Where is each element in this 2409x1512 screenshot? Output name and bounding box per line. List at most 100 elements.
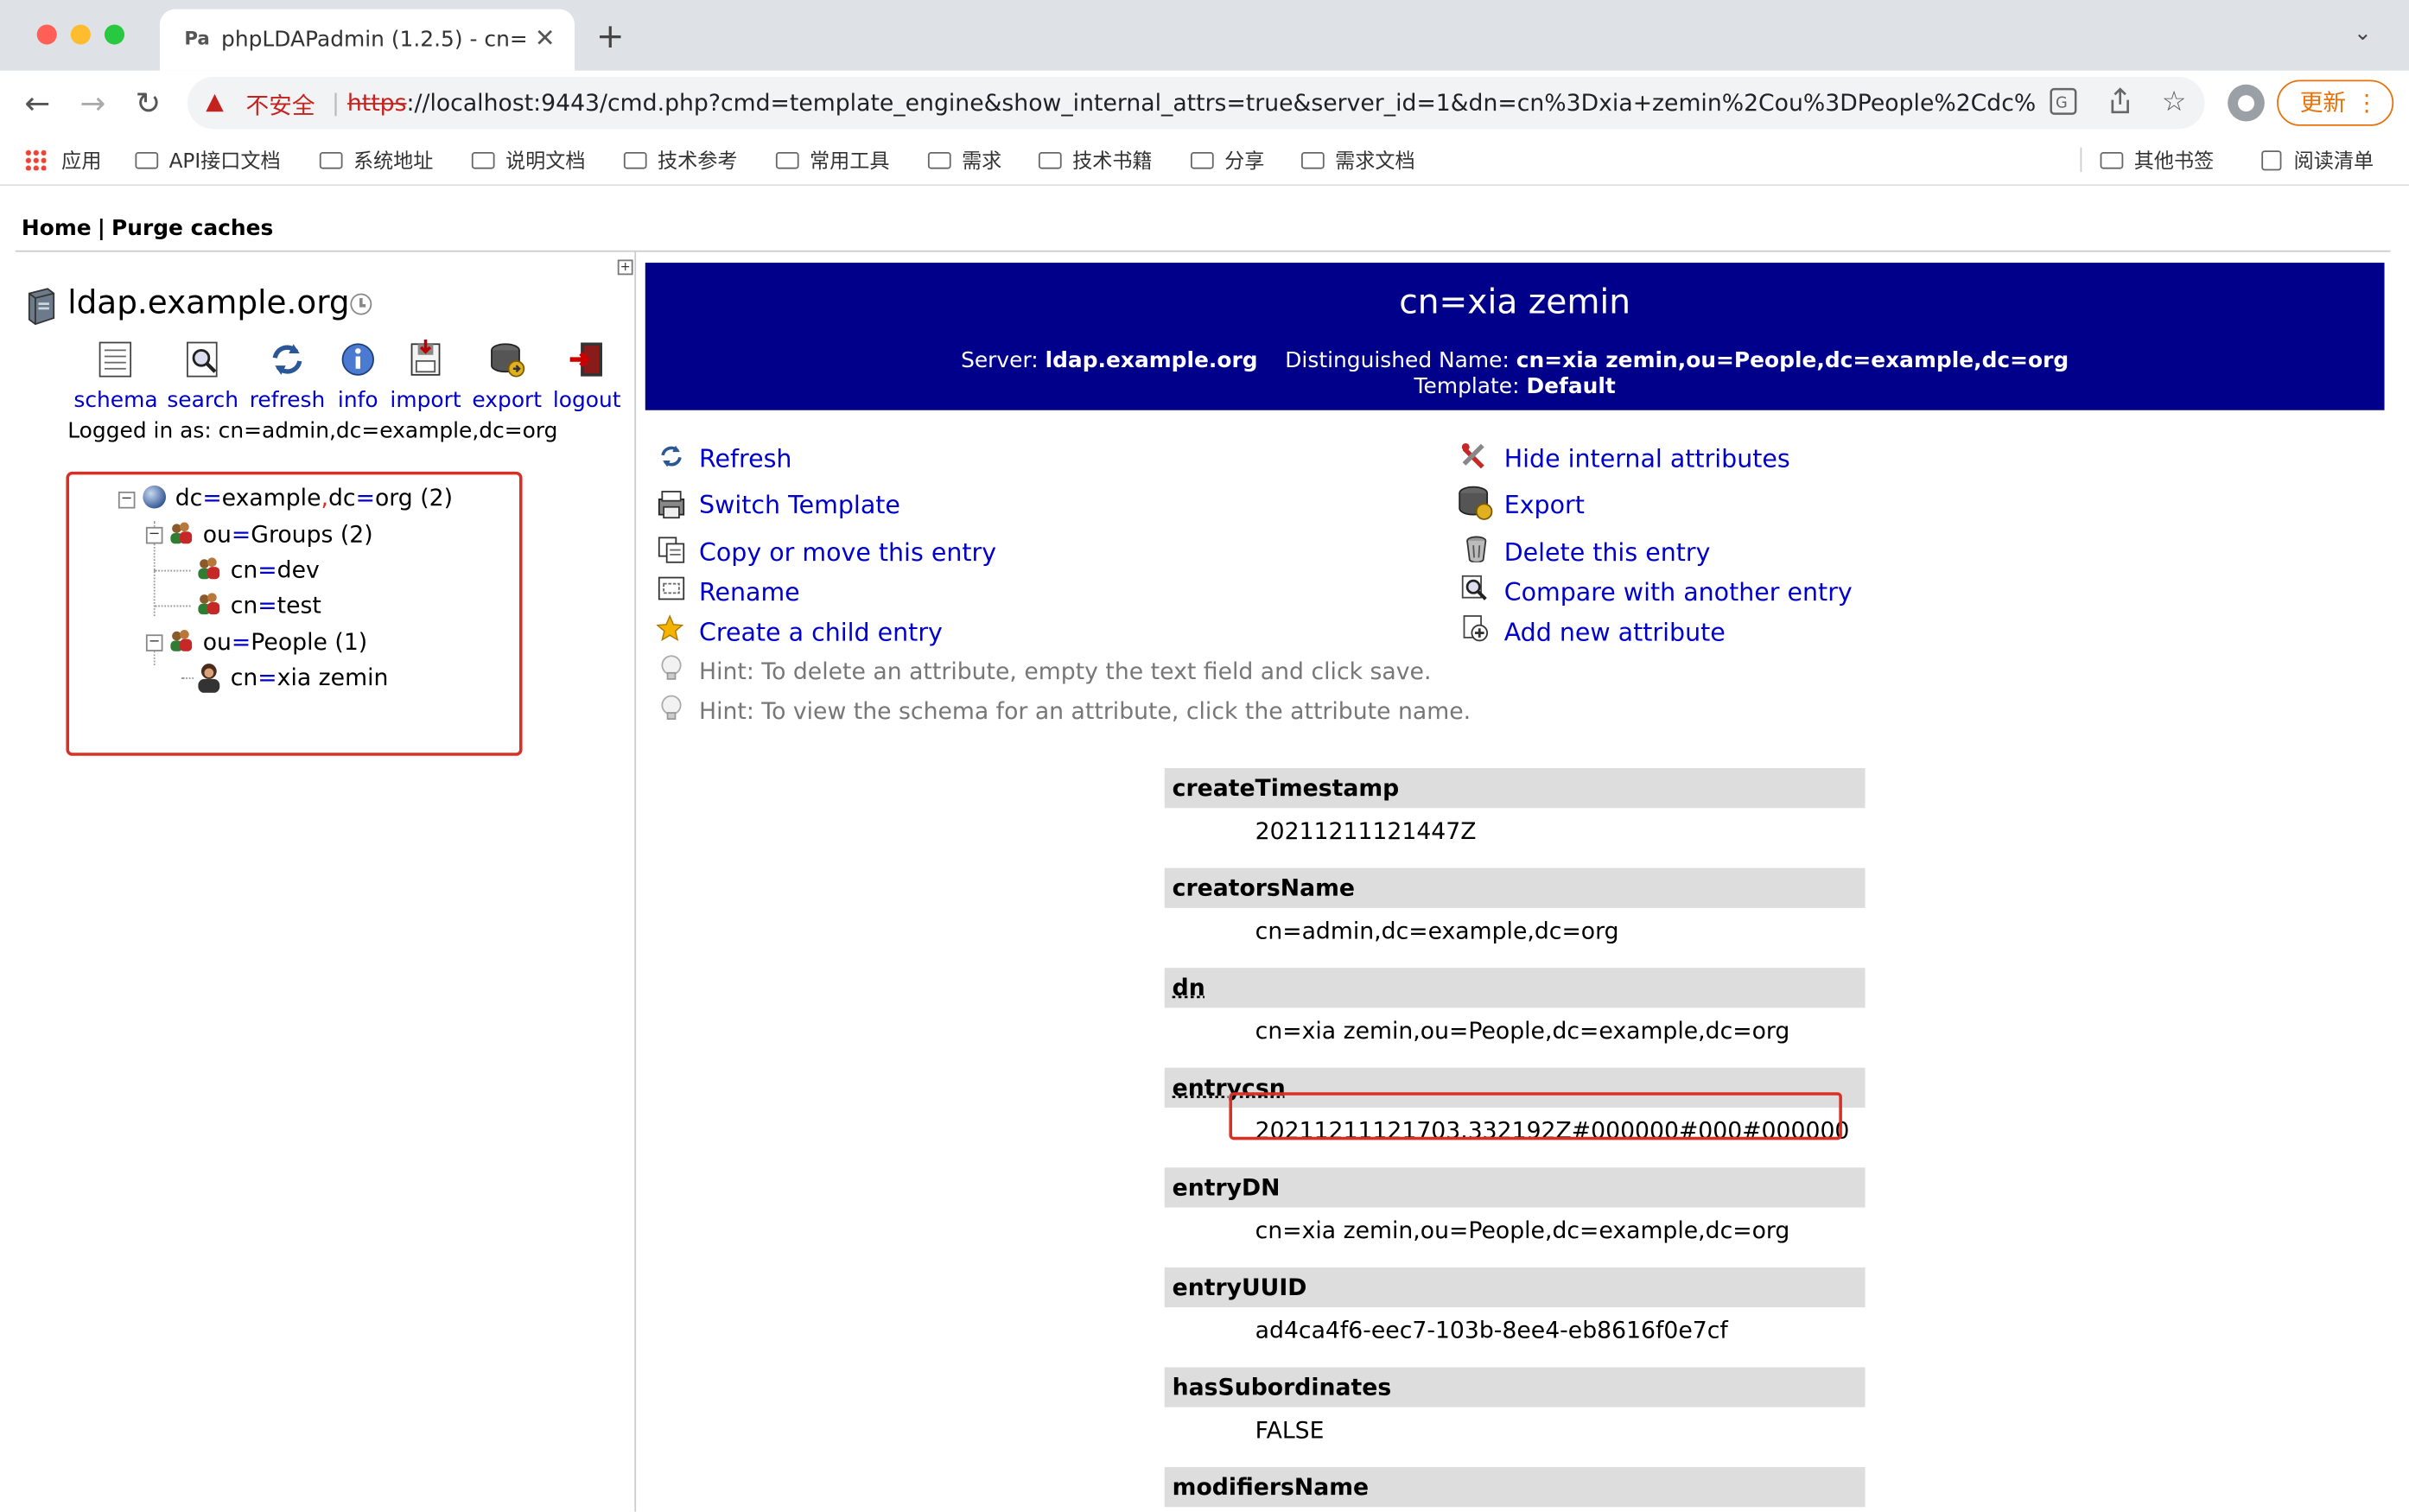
bookmark-star-icon[interactable]: ☆ bbox=[2162, 86, 2187, 118]
svg-text:G: G bbox=[2056, 93, 2068, 111]
address-bar[interactable]: ▲ 不安全 | https://localhost:9443/cmd.php?c… bbox=[187, 76, 2205, 130]
browser-toolbar: ← → ↻ ▲ 不安全 | https://localhost:9443/cmd… bbox=[0, 70, 2409, 136]
minimize-window-button[interactable] bbox=[70, 24, 91, 45]
attr-name[interactable]: createTimestamp bbox=[1164, 768, 1866, 809]
search-icon bbox=[183, 340, 223, 379]
profile-avatar-icon[interactable]: ● bbox=[2228, 84, 2265, 122]
bookmark-apps[interactable]: 应用 bbox=[24, 144, 101, 174]
bookmark-folder[interactable]: 说明文档 bbox=[471, 144, 585, 174]
home-link[interactable]: Home bbox=[22, 217, 92, 241]
forward-arrow-icon[interactable]: → bbox=[79, 85, 105, 122]
import-icon bbox=[405, 339, 445, 379]
collapse-people-icon[interactable]: − bbox=[145, 634, 163, 651]
globe-icon bbox=[143, 485, 167, 509]
zoom-window-button[interactable] bbox=[104, 24, 125, 45]
compare-icon bbox=[1461, 575, 1489, 602]
attr-value: FALSE bbox=[1255, 1416, 1325, 1445]
translate-icon[interactable]: G bbox=[2050, 87, 2077, 121]
search-tool[interactable]: search bbox=[162, 340, 245, 413]
share-icon[interactable] bbox=[2107, 87, 2132, 121]
bookmarks-bar: 应用 API接口文档 系统地址 说明文档 技术参考 常用工具 需求 技术书籍 分… bbox=[0, 135, 2409, 187]
folder-icon bbox=[927, 152, 951, 169]
bookmark-folder[interactable]: API接口文档 bbox=[135, 144, 281, 174]
reading-list[interactable]: 阅读清单 bbox=[2261, 144, 2374, 174]
delete-entry-action[interactable]: Delete this entry bbox=[1504, 537, 1711, 567]
add-attribute-action[interactable]: Add new attribute bbox=[1504, 618, 1726, 647]
entry-title: cn=xia zemin bbox=[1399, 283, 1631, 323]
refresh-action[interactable]: Refresh bbox=[699, 444, 791, 473]
tab-search-chevron-icon[interactable]: ⌄ bbox=[2354, 22, 2372, 46]
attr-name[interactable]: entryUUID bbox=[1164, 1267, 1866, 1308]
more-menu-icon[interactable]: ⋮ bbox=[2355, 81, 2379, 124]
user-icon bbox=[195, 662, 223, 693]
top-nav: Home | Purge caches bbox=[21, 216, 274, 242]
copy-move-action[interactable]: Copy or move this entry bbox=[699, 537, 996, 567]
group-icon bbox=[169, 628, 193, 651]
logout-tool[interactable]: logout bbox=[545, 340, 628, 413]
new-tab-button[interactable]: + bbox=[596, 18, 625, 56]
bookmark-folder[interactable]: 分享 bbox=[1190, 144, 1264, 174]
schema-icon bbox=[95, 340, 135, 379]
expand-frame-icon[interactable]: + bbox=[617, 259, 633, 276]
switch-template-action[interactable]: Switch Template bbox=[699, 490, 900, 519]
attr-name[interactable]: dn bbox=[1164, 968, 1866, 1008]
security-status[interactable]: 不安全 bbox=[245, 89, 315, 121]
bookmark-folder[interactable]: 技术书籍 bbox=[1038, 144, 1153, 174]
collapse-groups-icon[interactable]: − bbox=[145, 526, 163, 544]
page-content: Home | Purge caches + ldap.example.org sch… bbox=[0, 186, 2409, 1512]
tree-node-groups[interactable]: ou=Groups (2) bbox=[203, 521, 373, 549]
attr-name[interactable]: creatorsName bbox=[1164, 867, 1866, 908]
warning-triangle-icon[interactable]: ▲ bbox=[206, 87, 224, 115]
create-child-action[interactable]: Create a child entry bbox=[699, 618, 943, 647]
bookmarks-divider bbox=[2080, 147, 2082, 173]
bookmark-folder[interactable]: 常用工具 bbox=[775, 144, 890, 174]
import-tool[interactable]: import bbox=[385, 339, 467, 414]
hide-internal-action[interactable]: Hide internal attributes bbox=[1504, 444, 1790, 473]
logout-icon bbox=[567, 340, 607, 379]
attr-name[interactable]: hasSubordinates bbox=[1164, 1367, 1866, 1407]
attr-value: 20211211121447Z bbox=[1255, 816, 1477, 845]
tools-icon bbox=[1461, 442, 1489, 470]
tree-node-test[interactable]: cn=test bbox=[231, 592, 321, 619]
bookmark-folder[interactable]: 需求 bbox=[927, 144, 1001, 174]
refresh-icon bbox=[658, 442, 685, 470]
update-button[interactable]: 更新 ⋮ bbox=[2277, 79, 2394, 126]
refresh-icon bbox=[267, 340, 307, 379]
bookmark-folder[interactable]: 系统地址 bbox=[319, 144, 433, 174]
schema-label: schema bbox=[73, 388, 158, 414]
compare-action[interactable]: Compare with another entry bbox=[1504, 578, 1853, 607]
attr-name[interactable]: modifiersName bbox=[1164, 1467, 1866, 1508]
attr-name[interactable]: entryDN bbox=[1164, 1167, 1866, 1208]
back-arrow-icon[interactable]: ← bbox=[24, 85, 50, 122]
collapse-root-icon[interactable]: − bbox=[118, 491, 136, 509]
url-text[interactable]: https://localhost:9443/cmd.php?cmd=templ… bbox=[347, 89, 2037, 117]
folder-icon bbox=[1038, 152, 1062, 169]
group-icon bbox=[197, 592, 220, 615]
tree-node-dev[interactable]: cn=dev bbox=[231, 556, 320, 584]
other-bookmarks[interactable]: 其他书签 bbox=[2100, 144, 2214, 174]
close-window-button[interactable] bbox=[36, 24, 57, 45]
export-tool[interactable]: export bbox=[466, 340, 549, 413]
tree-node-root[interactable]: dc=example,dc=org (2) bbox=[175, 484, 453, 511]
bookmark-folder[interactable]: 需求文档 bbox=[1301, 144, 1415, 174]
hint-schema: Hint: To view the schema for an attribut… bbox=[699, 697, 1471, 726]
attr-value-dn: cn=xia zemin,ou=People,dc=example,dc=org bbox=[1255, 1017, 1790, 1045]
tab-strip: Pa phpLDAPadmin (1.2.5) - cn=xia zemin ✕… bbox=[0, 0, 2409, 71]
schema-tool[interactable]: schema bbox=[73, 340, 158, 414]
add-attribute-icon bbox=[1461, 614, 1489, 642]
close-tab-icon[interactable]: ✕ bbox=[535, 23, 556, 53]
server-name[interactable]: ldap.example.org bbox=[67, 284, 349, 321]
server-value: ldap.example.org bbox=[1045, 348, 1258, 374]
rename-action[interactable]: Rename bbox=[699, 578, 800, 607]
tree-node-person[interactable]: cn=xia zemin bbox=[231, 664, 389, 691]
purge-caches-link[interactable]: Purge caches bbox=[111, 217, 273, 241]
tree-node-people[interactable]: ou=People (1) bbox=[203, 628, 368, 656]
export-action[interactable]: Export bbox=[1504, 490, 1585, 519]
hint-delete: Hint: To delete an attribute, empty the … bbox=[699, 658, 1432, 686]
entry-meta: Server: ldap.example.org Distinguished N… bbox=[961, 348, 2069, 400]
import-label: import bbox=[390, 388, 461, 414]
browser-tab[interactable]: Pa phpLDAPadmin (1.2.5) - cn=xia zemin ✕ bbox=[159, 9, 575, 71]
bookmark-folder[interactable]: 技术参考 bbox=[623, 144, 737, 174]
reload-icon[interactable]: ↻ bbox=[135, 85, 161, 122]
entry-panel: cn=xia zemin Server: ldap.example.org Di… bbox=[645, 263, 2385, 1512]
